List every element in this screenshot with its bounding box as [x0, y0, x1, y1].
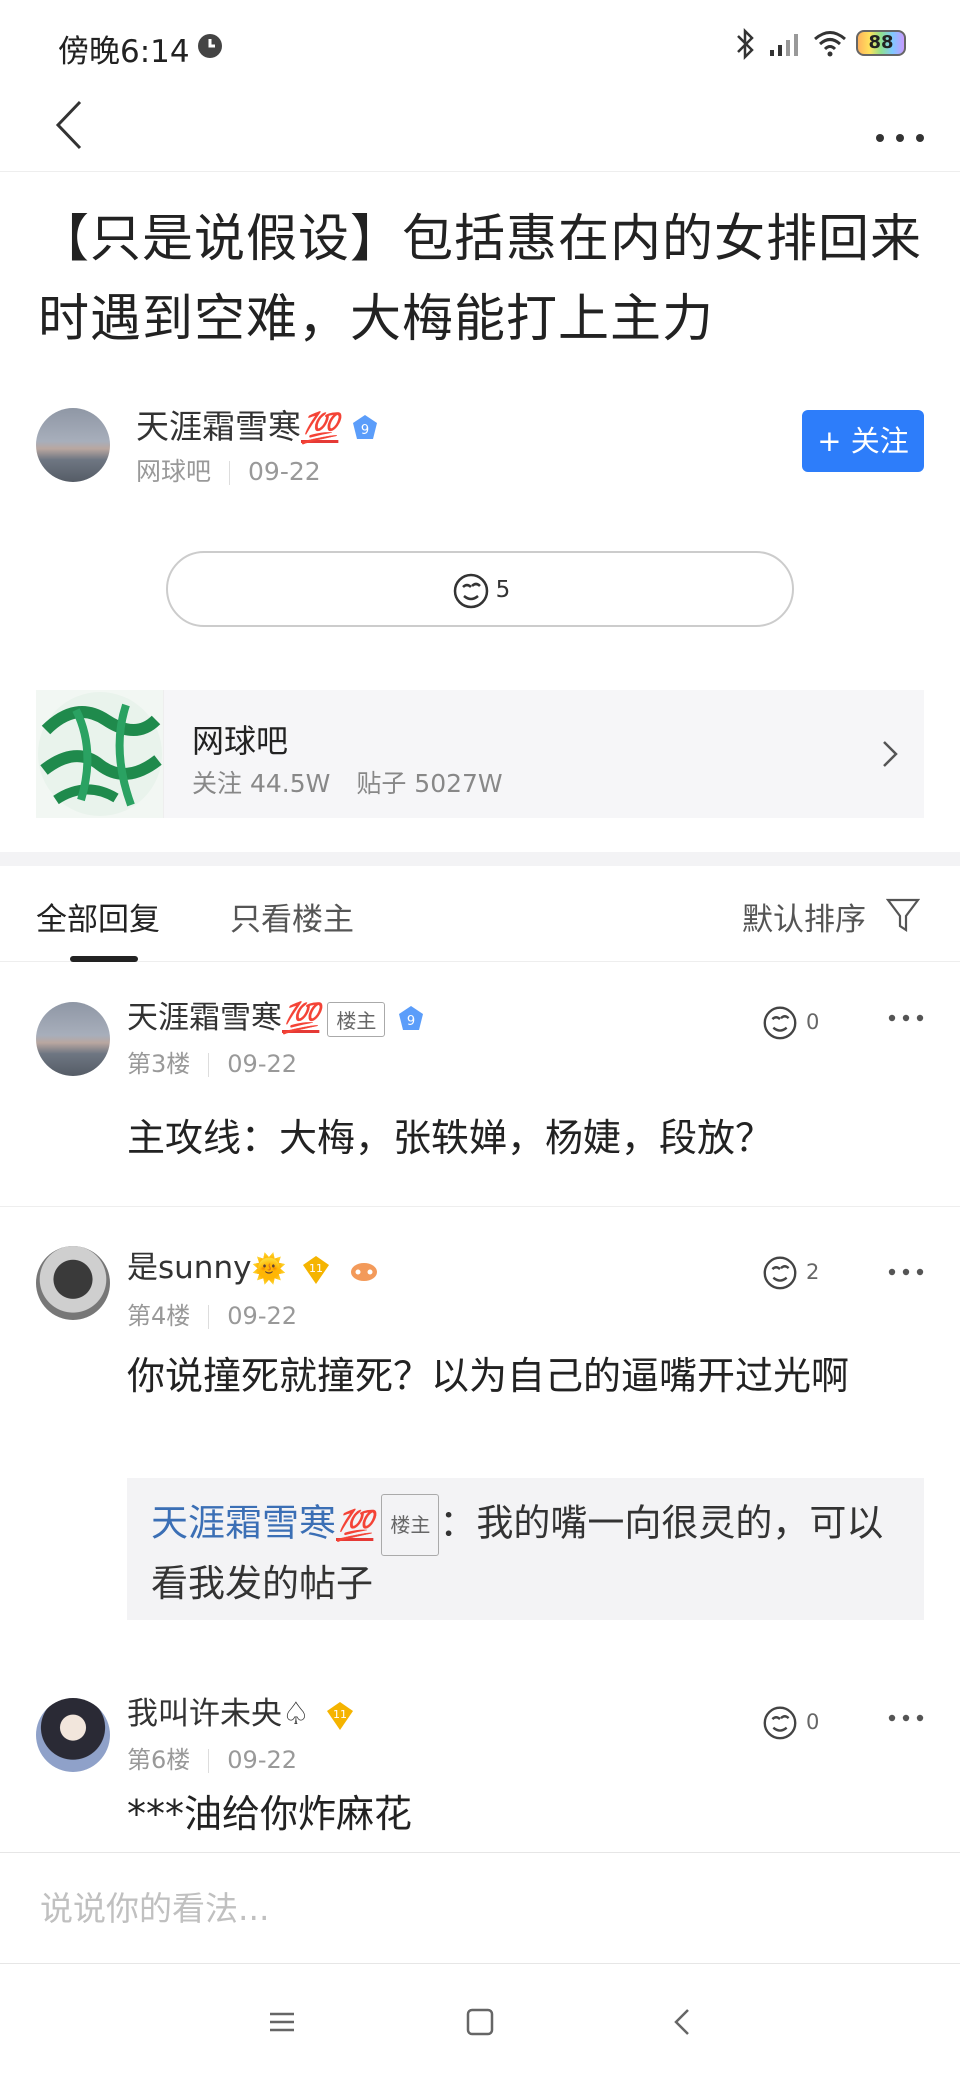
sort-dropdown[interactable]: 默认排序	[742, 894, 866, 939]
level-badge-icon: 9	[399, 1005, 424, 1030]
level-badge-icon: 9	[352, 414, 377, 439]
tab-all-replies[interactable]: 全部回复	[36, 894, 160, 939]
level-badge-icon: 11	[303, 1255, 330, 1284]
reply-meta: 第6楼 09-22	[127, 1740, 297, 1775]
chevron-right-icon	[883, 741, 898, 767]
meta-separator	[208, 1053, 210, 1077]
tab-owner-only[interactable]: 只看楼主	[230, 894, 354, 939]
reply-date: 09-22	[227, 1746, 298, 1774]
reply-like-count: 0	[806, 1710, 820, 1734]
reply-date: 09-22	[227, 1302, 298, 1330]
section-divider	[0, 852, 960, 866]
meta-separator	[229, 461, 231, 485]
back-icon[interactable]	[40, 90, 100, 160]
back-nav-icon[interactable]	[664, 2002, 704, 2042]
hundred-points-emoji: 💯	[301, 411, 339, 446]
home-icon[interactable]	[460, 2002, 500, 2042]
author-name-text: 天涯霜雪寒	[136, 407, 301, 446]
reply-text: 你说撞死就撞死？以为自己的逼嘴开过光啊	[127, 1354, 850, 1398]
forum-logo	[36, 690, 164, 818]
reply-author-name-text: 是sunny	[127, 1250, 252, 1286]
avatar[interactable]	[36, 1698, 110, 1772]
reply-tabs: 全部回复 只看楼主 默认排序	[0, 866, 960, 962]
quote-author-name[interactable]: 天涯霜雪寒	[151, 1502, 336, 1545]
post-title: 【只是说假设】包括惠在内的女排回来时遇到空难，大梅能打上主力	[38, 210, 923, 349]
reply-like-count: 2	[806, 1260, 820, 1284]
avatar[interactable]	[36, 1246, 110, 1320]
reply-meta: 第4楼 09-22	[127, 1296, 297, 1331]
level-badge-number: 11	[333, 1708, 347, 1721]
comment-bar	[0, 1852, 960, 1964]
level-badge-icon: 11	[326, 1701, 353, 1730]
reply-date: 09-22	[227, 1050, 298, 1078]
reply-meta: 第3楼 09-22	[127, 1044, 297, 1079]
author-row: 天涯霜雪寒💯 9 网球吧 09-22 + 关注	[0, 390, 960, 500]
bluetooth-icon	[737, 27, 754, 61]
sun-emoji: 🌞	[251, 1252, 287, 1285]
wifi-icon	[814, 31, 846, 57]
reply-item: 我叫许未央♤ 11 第6楼 09-22 0 ***油给你炸麻花	[0, 1666, 960, 1852]
owner-tag: 楼主	[381, 1494, 440, 1556]
reply-like-count: 0	[806, 1010, 820, 1034]
reply-author-name[interactable]: 天涯霜雪寒💯 楼主 9	[127, 992, 427, 1037]
like-icon	[763, 1256, 797, 1290]
more-icon[interactable]	[886, 1008, 926, 1028]
quoted-reply[interactable]: 天涯霜雪寒💯 楼主 ：我的嘴一向很灵的，可以看我发的帖子	[127, 1478, 924, 1620]
author-forum: 网球吧	[136, 457, 212, 486]
status-bar: 傍晚6:14 88	[0, 0, 960, 80]
meta-separator	[208, 1749, 210, 1773]
reply-like-button[interactable]: 2	[760, 1252, 840, 1292]
comment-input[interactable]	[40, 1883, 900, 1933]
filter-icon[interactable]	[886, 896, 920, 934]
forum-name: 网球吧	[192, 722, 289, 760]
hundred-points-emoji: 💯	[336, 1508, 374, 1544]
signal-icon	[770, 34, 798, 56]
reply-like-button[interactable]: 0	[760, 1702, 840, 1742]
status-time: 傍晚6:14	[58, 34, 190, 70]
author-name[interactable]: 天涯霜雪寒💯 9	[136, 400, 381, 448]
level-badge-number: 11	[309, 1262, 323, 1275]
owner-tag: 楼主	[327, 1002, 386, 1037]
post-date: 09-22	[248, 457, 321, 486]
more-icon[interactable]	[886, 1262, 926, 1282]
reply-floor: 第6楼	[127, 1746, 191, 1774]
more-icon[interactable]	[886, 1708, 926, 1728]
reply-author-name[interactable]: 我叫许未央♤ 11	[127, 1688, 356, 1733]
forum-stats: 关注 44.5W 贴子 5027W	[192, 764, 503, 800]
reply-author-name[interactable]: 是sunny🌞 11	[127, 1242, 380, 1287]
like-icon	[453, 573, 488, 609]
reply-author-name-text: 我叫许未央♤	[127, 1696, 310, 1732]
reply-like-button[interactable]: 0	[760, 1002, 840, 1042]
more-icon[interactable]	[870, 98, 930, 158]
level-badge-number: 9	[361, 423, 369, 438]
avatar[interactable]	[36, 408, 110, 482]
alarm-icon	[198, 34, 222, 58]
avatar[interactable]	[36, 1002, 110, 1076]
author-meta: 网球吧 09-22	[136, 452, 321, 488]
menu-icon[interactable]	[262, 2002, 302, 2042]
follow-button[interactable]: + 关注	[802, 410, 924, 472]
forum-posts: 贴子 5027W	[356, 769, 503, 798]
forum-card[interactable]: 网球吧 关注 44.5W 贴子 5027W	[36, 690, 924, 818]
game-badge-icon	[351, 1262, 378, 1281]
level-badge-number: 9	[407, 1014, 415, 1029]
reply-item: 天涯霜雪寒💯 楼主 9 第3楼 09-22 0 主攻线：大梅，张轶婵，杨婕，段放？	[0, 962, 960, 1206]
meta-separator	[208, 1305, 210, 1329]
reply-text: 主攻线：大梅，张轶婵，杨婕，段放？	[127, 1116, 774, 1160]
reply-floor: 第3楼	[127, 1050, 191, 1078]
system-nav-bar	[0, 1964, 960, 2080]
forum-followers: 关注 44.5W	[192, 769, 331, 798]
like-icon	[763, 1706, 797, 1740]
like-icon	[763, 1006, 797, 1040]
like-count: 5	[495, 577, 511, 603]
like-button[interactable]: 5	[166, 551, 794, 627]
battery-indicator: 88	[856, 30, 906, 56]
hundred-points-emoji: 💯	[282, 1001, 320, 1036]
reply-floor: 第4楼	[127, 1302, 191, 1330]
reply-author-name-text: 天涯霜雪寒	[127, 1000, 282, 1036]
nav-bar	[0, 80, 960, 172]
reply-text: ***油给你炸麻花	[127, 1792, 413, 1836]
